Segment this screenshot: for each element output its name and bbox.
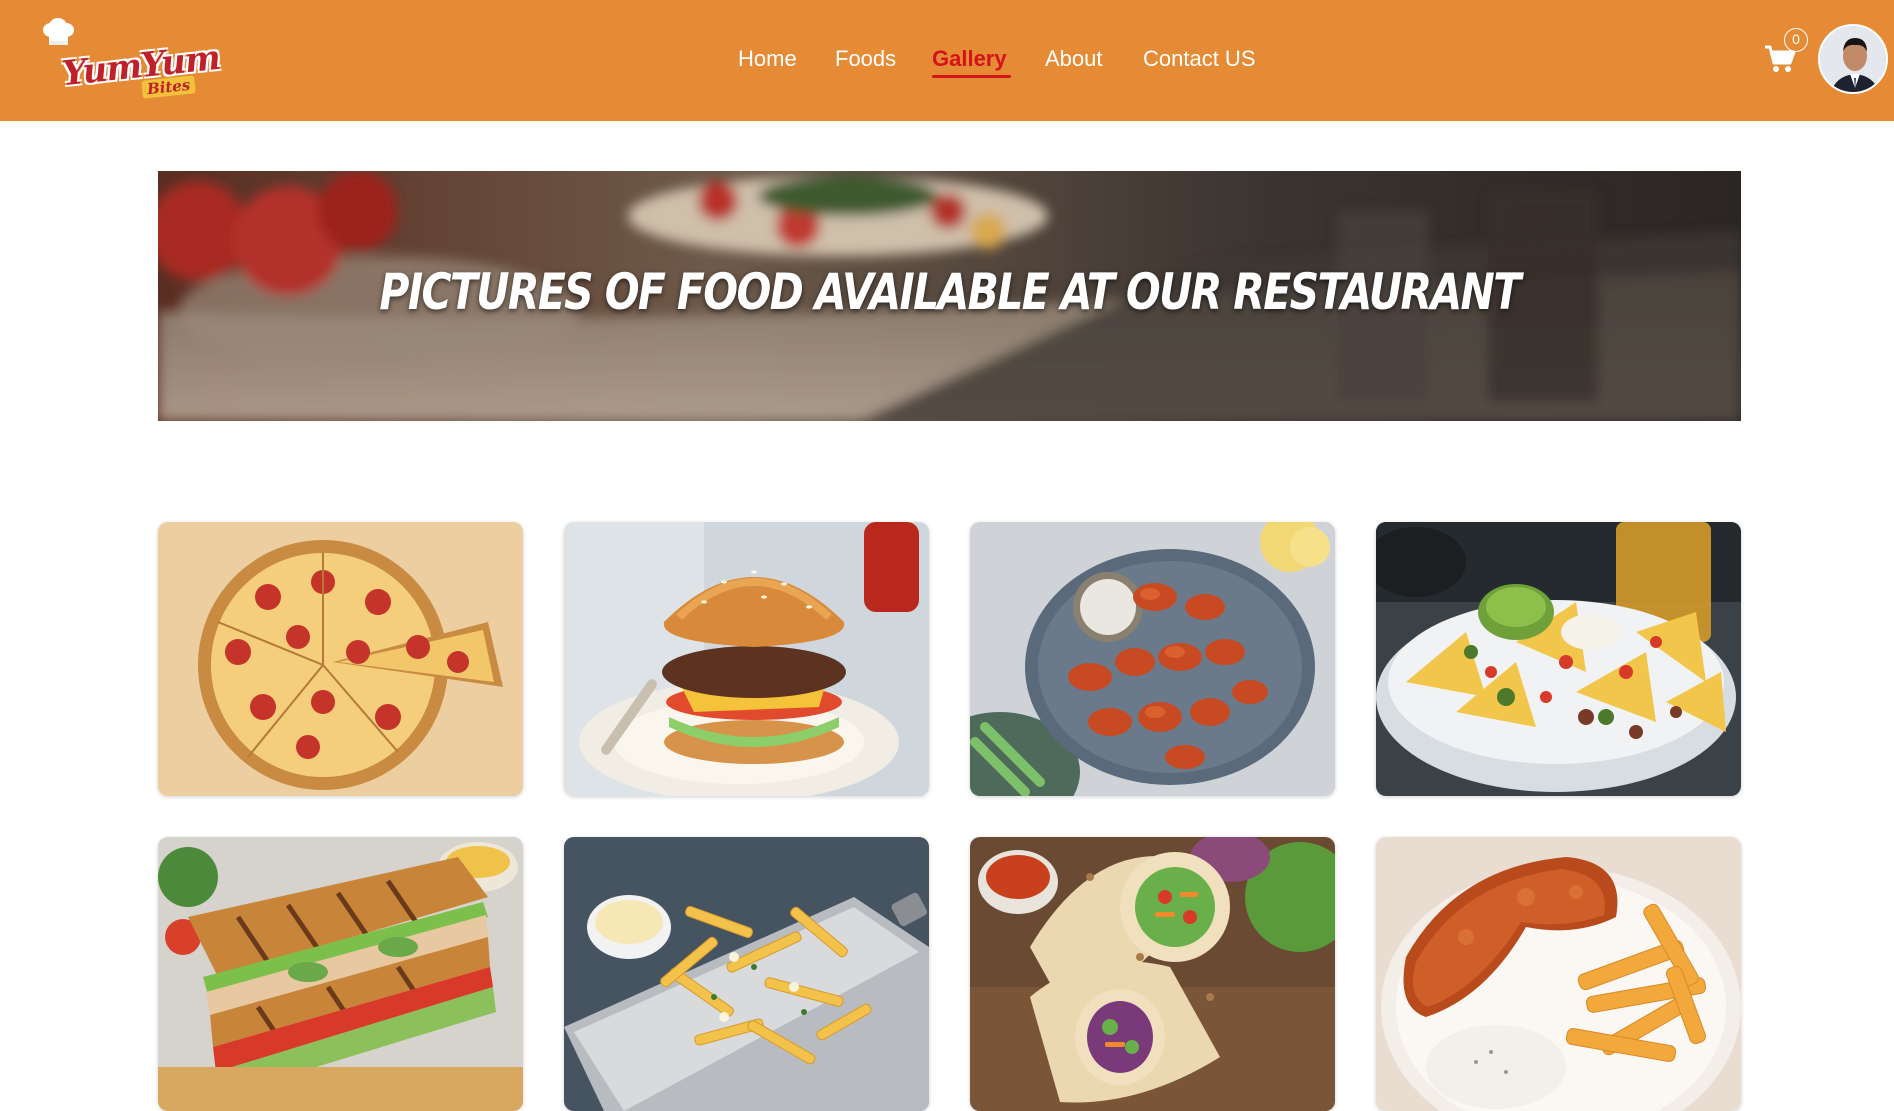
navbar: YumYum Bites Home Foods Gallery About Co… (0, 0, 1894, 121)
banner-title: Pictures of food available at our restau… (379, 263, 1521, 321)
grilled-sandwich-image (158, 837, 523, 1111)
burger-image (564, 522, 929, 796)
gallery-banner: Pictures of food available at our restau… (158, 171, 1741, 421)
gallery-item-grilled-sandwich[interactable] (158, 837, 523, 1111)
active-nav-underline (932, 75, 1011, 78)
nav-contact[interactable]: Contact US (1143, 46, 1256, 72)
nav-foods[interactable]: Foods (835, 46, 896, 72)
nachos-image (1376, 522, 1741, 796)
gallery-item-burger[interactable] (564, 522, 929, 796)
gallery-item-nachos[interactable] (1376, 522, 1741, 796)
loaded-fries-image (564, 837, 929, 1111)
gallery-item-loaded-fries[interactable] (564, 837, 929, 1111)
gallery-item-fried-fish[interactable] (1376, 837, 1741, 1111)
fried-fish-image (1376, 837, 1741, 1111)
pizza-image (158, 522, 523, 796)
wrap-image (970, 837, 1335, 1111)
main-nav: Home Foods Gallery About Contact US (0, 0, 1894, 121)
cart-count-badge: 0 (1784, 28, 1808, 52)
gallery-item-wrap[interactable] (970, 837, 1335, 1111)
nav-about[interactable]: About (1045, 46, 1103, 72)
chicken-wings-image (970, 522, 1335, 796)
user-avatar[interactable] (1818, 24, 1888, 94)
gallery-item-chicken-wings[interactable] (970, 522, 1335, 796)
nav-home[interactable]: Home (738, 46, 797, 72)
gallery-item-pizza[interactable] (158, 522, 523, 796)
nav-gallery[interactable]: Gallery (932, 46, 1007, 72)
